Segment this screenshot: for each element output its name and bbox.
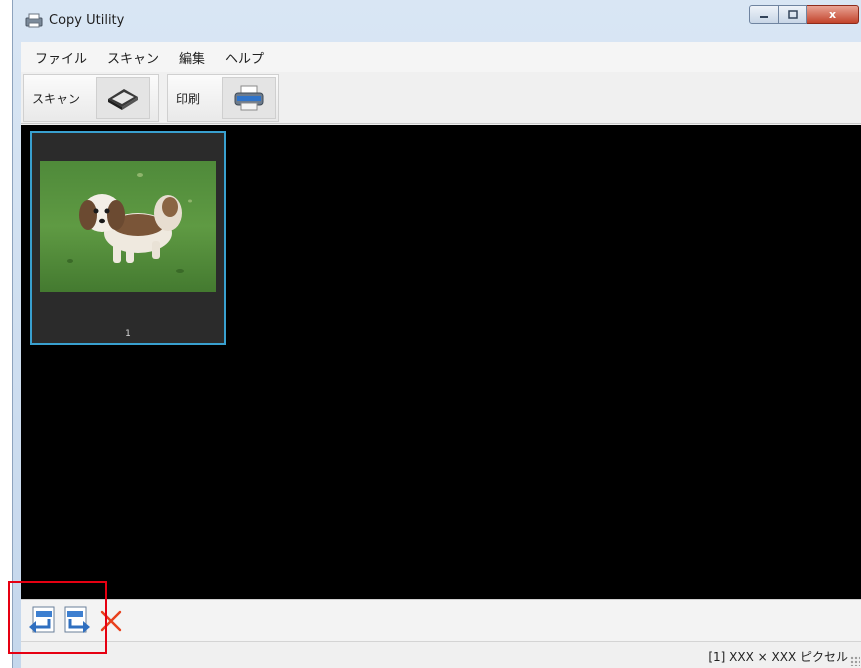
close-icon: x <box>828 8 837 21</box>
print-label: 印刷 <box>176 91 201 106</box>
maximize-icon <box>787 9 798 19</box>
scan-label: スキャン <box>32 91 81 106</box>
thumbnail-image <box>40 161 216 292</box>
minimize-icon <box>760 15 768 18</box>
status-bar: [1] XXX × XXX ピクセル <box>21 641 861 668</box>
bottom-toolbar <box>21 599 861 641</box>
menu-scan[interactable]: スキャン <box>107 48 159 67</box>
menu-file[interactable]: ファイル <box>35 48 87 67</box>
image-size-status: [1] XXX × XXX ピクセル <box>708 650 848 664</box>
app-window: Copy Utility x ファイル スキャン 編集 ヘルプ スキャン 印刷 … <box>12 0 861 668</box>
client-area: ファイル スキャン 編集 ヘルプ スキャン 印刷 1 [1] XXX × XXX… <box>21 42 861 668</box>
scanner-icon <box>108 89 138 110</box>
highlight-annotation <box>8 581 107 654</box>
minimize-button[interactable] <box>749 5 779 24</box>
scan-group: スキャン <box>23 74 159 122</box>
resize-grip-icon[interactable] <box>850 656 860 666</box>
menu-edit[interactable]: 編集 <box>179 48 205 67</box>
title-bar[interactable]: Copy Utility x <box>13 0 861 42</box>
print-group: 印刷 <box>167 74 279 122</box>
thumbnail-item[interactable]: 1 <box>30 131 226 345</box>
toolbar: スキャン 印刷 <box>21 72 861 124</box>
maximize-button[interactable] <box>779 5 807 24</box>
menu-bar: ファイル スキャン 編集 ヘルプ <box>21 42 861 72</box>
print-button[interactable] <box>222 77 276 119</box>
close-button[interactable]: x <box>807 5 859 24</box>
thumbnail-page-number: 1 <box>125 329 131 339</box>
preview-area[interactable]: 1 <box>21 125 861 599</box>
window-controls: x <box>749 5 859 24</box>
menu-help[interactable]: ヘルプ <box>225 48 264 67</box>
printer-icon <box>234 85 264 111</box>
scan-button[interactable] <box>96 77 150 119</box>
window-title: Copy Utility <box>49 13 125 28</box>
app-icon <box>25 12 43 28</box>
